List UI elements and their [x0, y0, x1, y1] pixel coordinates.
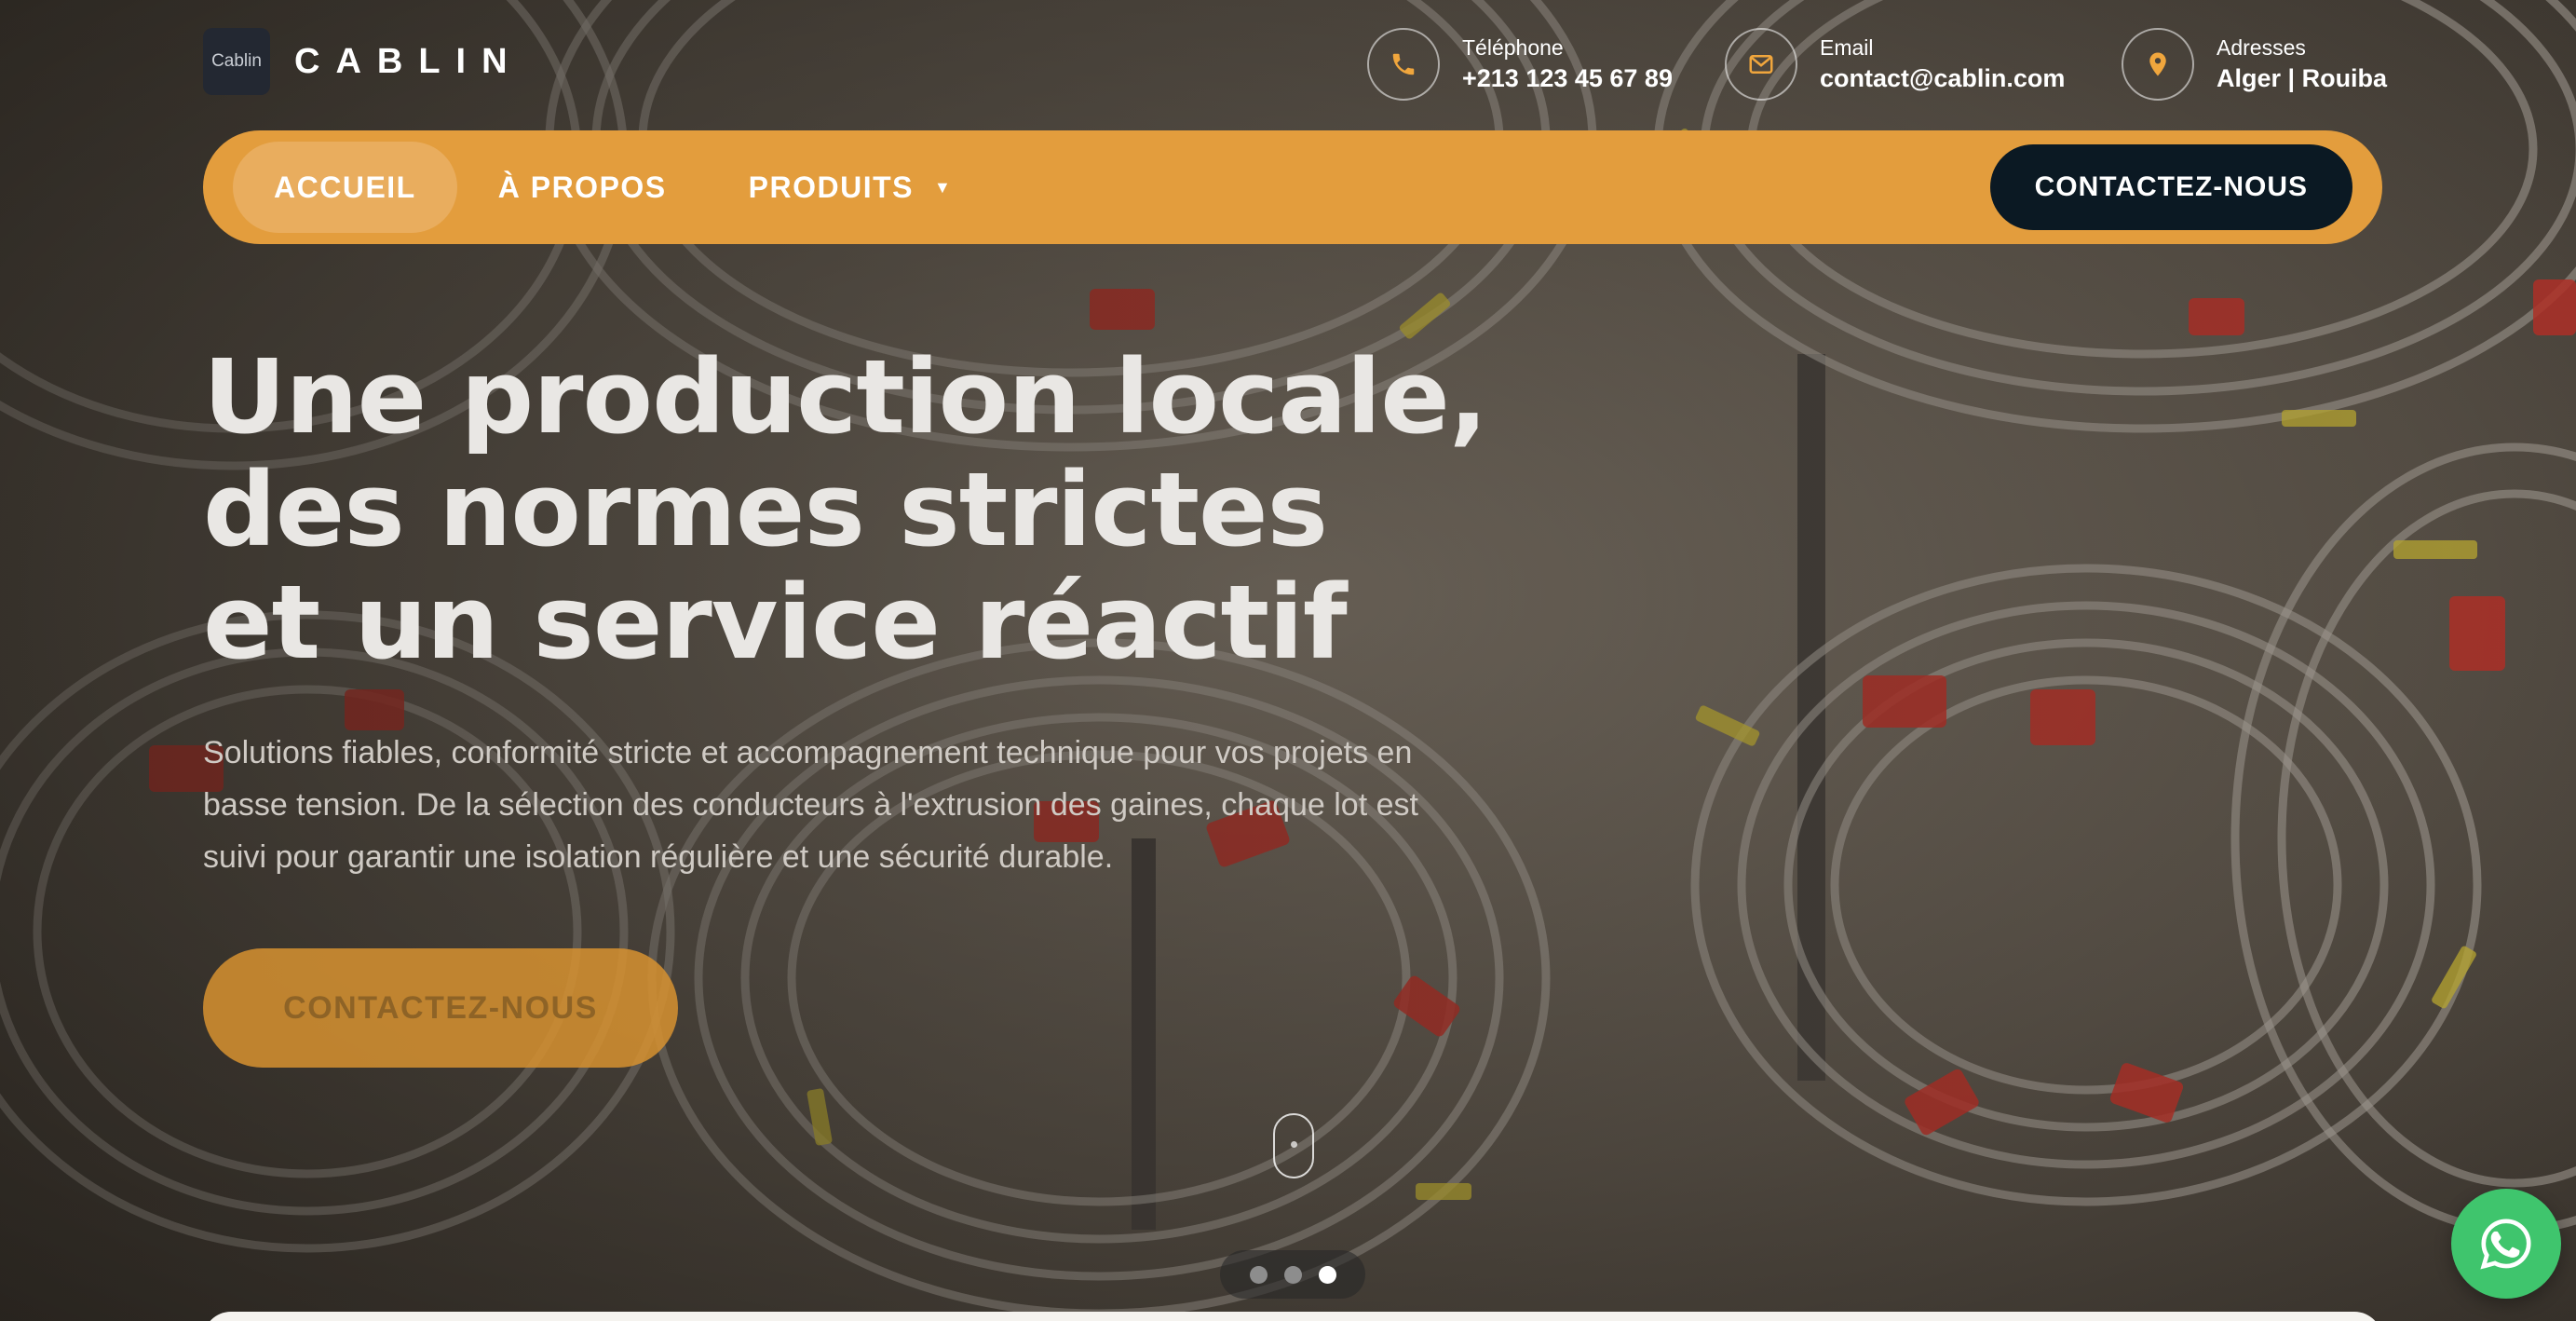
hero-headline: Une production locale, des normes strict…: [203, 341, 1693, 679]
brand[interactable]: Cablin CABLIN: [203, 28, 523, 95]
contact-address[interactable]: Adresses Alger | Rouiba: [2122, 28, 2387, 101]
contact-email[interactable]: Email contact@cablin.com: [1725, 28, 2065, 101]
hero-subtext: Solutions fiables, conformité stricte et…: [203, 735, 1418, 875]
contact-us-button[interactable]: CONTACTEZ-NOUS: [1989, 144, 2352, 230]
nav-item-label: ACCUEIL: [274, 170, 416, 204]
brand-logo[interactable]: Cablin: [203, 28, 270, 95]
whatsapp-icon: [2480, 1219, 2531, 1270]
slider-pagination: [1220, 1250, 1365, 1299]
top-bar: Cablin CABLIN Téléphone +213 123 45 67 8…: [203, 28, 2387, 101]
location-pin-icon: [2122, 28, 2194, 101]
contact-phone-label: Téléphone: [1462, 35, 1564, 60]
caret-down-icon: ▼: [933, 177, 953, 197]
hero-headline-line: des normes strictes: [203, 450, 1328, 569]
contact-phone-value[interactable]: +213 123 45 67 89: [1462, 63, 1673, 93]
hero-headline-line: et un service réactif: [203, 563, 1348, 682]
mail-icon: [1725, 28, 1797, 101]
scroll-down-indicator[interactable]: [1273, 1113, 1314, 1178]
contact-phone-text: Téléphone +213 123 45 67 89: [1462, 35, 1673, 93]
contact-email-value[interactable]: contact@cablin.com: [1820, 63, 2065, 93]
contact-address-label: Adresses: [2217, 35, 2306, 60]
nav-item-produits[interactable]: PRODUITS ▼: [708, 142, 994, 233]
next-section-card-edge: [203, 1312, 2382, 1321]
hero-contact-us-button[interactable]: CONTACTEZ-NOUS: [203, 948, 678, 1068]
contact-email-label: Email: [1820, 35, 1874, 60]
scroll-dot-icon: [1291, 1141, 1297, 1148]
contact-address-value[interactable]: Alger | Rouiba: [2217, 63, 2387, 93]
contact-phone[interactable]: Téléphone +213 123 45 67 89: [1367, 28, 1673, 101]
nav-item-a-propos[interactable]: À PROPOS: [457, 142, 708, 233]
contact-email-text: Email contact@cablin.com: [1820, 35, 2065, 93]
slider-dot-active[interactable]: [1318, 1265, 1336, 1284]
brand-name[interactable]: CABLIN: [294, 42, 523, 82]
nav-item-label: PRODUITS: [748, 170, 914, 204]
whatsapp-button[interactable]: [2451, 1189, 2561, 1299]
hero-headline-line: Une production locale,: [203, 337, 1488, 456]
contact-address-text: Adresses Alger | Rouiba: [2217, 35, 2387, 93]
nav-item-accueil[interactable]: ACCUEIL: [233, 142, 457, 233]
slider-dot[interactable]: [1249, 1265, 1268, 1284]
nav-item-label: À PROPOS: [497, 170, 667, 204]
hero-section: Cablin CABLIN Téléphone +213 123 45 67 8…: [0, 0, 2576, 1321]
main-navbar: ACCUEIL À PROPOS PRODUITS ▼ CONTACTEZ-NO…: [203, 130, 2382, 244]
phone-icon: [1367, 28, 1440, 101]
slider-dot[interactable]: [1283, 1265, 1302, 1284]
